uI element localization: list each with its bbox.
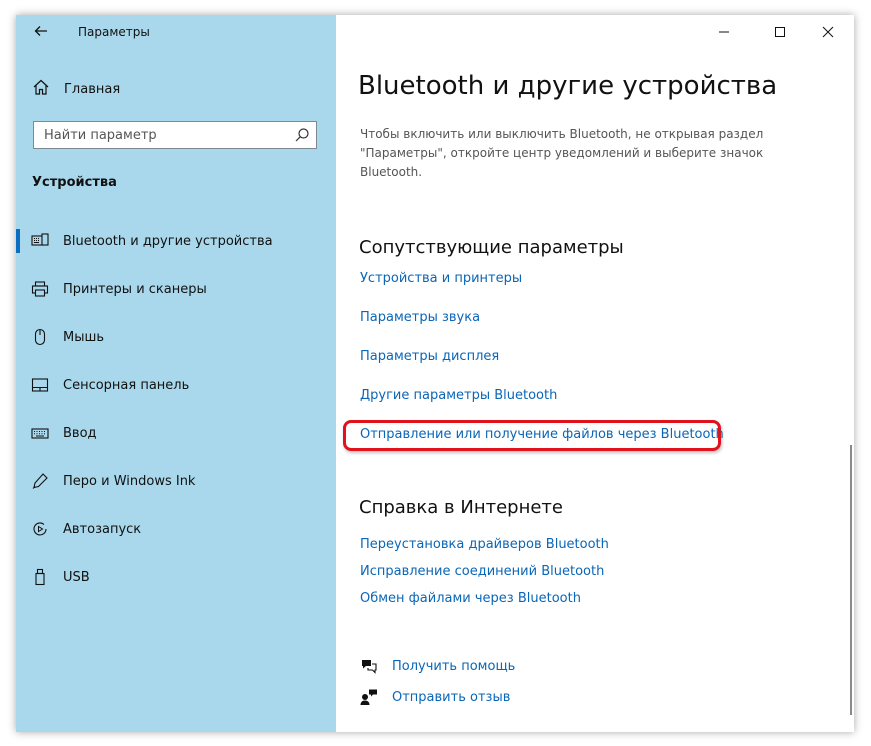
get-help-icon (360, 657, 378, 675)
feedback-label: Отправить отзыв (392, 689, 511, 705)
keyboard-icon (31, 424, 49, 442)
sidebar-item-mouse[interactable]: Мышь (16, 313, 336, 361)
close-button[interactable] (808, 19, 848, 45)
sidebar-section-title: Устройства (32, 175, 117, 190)
sidebar-item-label: Bluetooth и другие устройства (63, 233, 273, 249)
home-icon (32, 78, 50, 100)
sidebar-item-touchpad[interactable]: Сенсорная панель (16, 361, 336, 409)
web-help-title: Справка в Интернете (359, 497, 563, 518)
sidebar-item-label: Ввод (63, 425, 97, 441)
window-title: Параметры (78, 25, 150, 39)
sidebar-item-typing[interactable]: Ввод (16, 409, 336, 457)
sidebar-item-label: Перо и Windows Ink (63, 473, 196, 489)
get-help-label: Получить помощь (392, 658, 516, 674)
sidebar-item-label: Автозапуск (63, 521, 142, 537)
sidebar-nav: Bluetooth и другие устройства Принтеры и… (16, 217, 336, 601)
link-more-bluetooth[interactable]: Другие параметры Bluetooth (360, 388, 557, 403)
sidebar-item-label: USB (63, 569, 90, 585)
feedback-link[interactable]: Отправить отзыв (360, 687, 510, 707)
minimize-icon (718, 23, 730, 42)
page-title: Bluetooth и другие устройства (358, 71, 778, 101)
link-fix-connections[interactable]: Исправление соединений Bluetooth (360, 564, 604, 579)
link-reinstall-drivers[interactable]: Переустановка драйверов Bluetooth (360, 537, 609, 552)
link-send-receive-files[interactable]: Отправление или получение файлов через B… (360, 427, 724, 442)
sidebar: Параметры Главная Устройства Bluetooth и… (16, 15, 336, 732)
sidebar-item-usb[interactable]: USB (16, 553, 336, 601)
printer-icon (31, 280, 49, 298)
main-content: Bluetooth и другие устройства Чтобы вклю… (336, 15, 854, 732)
sidebar-item-label: Сенсорная панель (63, 377, 190, 393)
mouse-icon (31, 328, 49, 346)
sidebar-home[interactable]: Главная (32, 79, 120, 99)
link-devices-printers[interactable]: Устройства и принтеры (360, 271, 522, 286)
minimize-button[interactable] (704, 19, 744, 45)
search-box[interactable] (33, 121, 317, 149)
touchpad-icon (31, 376, 49, 394)
get-help-link[interactable]: Получить помощь (360, 656, 515, 676)
close-icon (822, 23, 834, 42)
related-settings-title: Сопутствующие параметры (359, 237, 624, 258)
autoplay-icon (31, 520, 49, 538)
bluetooth-devices-icon (31, 232, 49, 250)
home-label: Главная (64, 81, 121, 97)
sidebar-item-label: Принтеры и сканеры (63, 281, 207, 297)
link-display-settings[interactable]: Параметры дисплея (360, 349, 499, 364)
back-arrow-icon[interactable] (30, 23, 52, 43)
link-share-files[interactable]: Обмен файлами через Bluetooth (360, 591, 581, 606)
maximize-icon (774, 23, 786, 42)
bluetooth-description: Чтобы включить или выключить Bluetooth, … (360, 127, 764, 179)
usb-icon (31, 568, 49, 586)
pen-icon (31, 472, 49, 490)
link-sound-settings[interactable]: Параметры звука (360, 310, 480, 325)
sidebar-item-pen[interactable]: Перо и Windows Ink (16, 457, 336, 505)
sidebar-item-autoplay[interactable]: Автозапуск (16, 505, 336, 553)
sidebar-item-label: Мышь (63, 329, 105, 345)
settings-window: Параметры Главная Устройства Bluetooth и… (16, 15, 854, 732)
feedback-icon (360, 688, 378, 706)
scrollbar[interactable] (850, 445, 852, 715)
sidebar-item-bluetooth[interactable]: Bluetooth и другие устройства (16, 217, 336, 265)
sidebar-item-printers[interactable]: Принтеры и сканеры (16, 265, 336, 313)
search-input[interactable] (34, 122, 294, 148)
search-icon[interactable] (294, 127, 310, 143)
maximize-button[interactable] (760, 19, 800, 45)
